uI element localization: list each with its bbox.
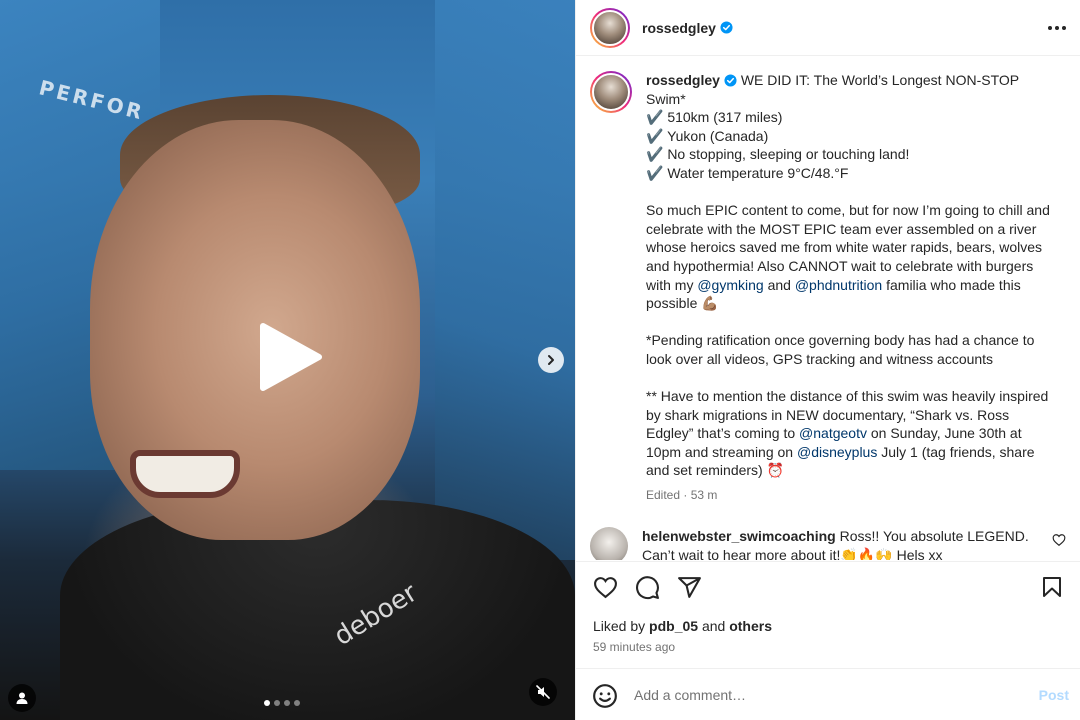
play-button[interactable]	[255, 320, 325, 394]
comment-input[interactable]	[634, 682, 1014, 708]
mute-toggle-button[interactable]	[529, 678, 557, 706]
more-icon	[1048, 26, 1066, 30]
share-button[interactable]	[676, 574, 702, 600]
mention-link[interactable]: @phdnutrition	[795, 277, 882, 293]
bookmark-icon	[1043, 577, 1061, 597]
carousel-dot	[274, 700, 280, 706]
post-timestamp[interactable]: 59 minutes ago	[593, 640, 675, 654]
comment-icon	[635, 575, 659, 599]
mention-link[interactable]: @natgeotv	[799, 425, 867, 441]
comments-scroll-area[interactable]: rossedgley WE DID IT: The World’s Longes…	[576, 57, 1080, 560]
play-icon	[260, 323, 322, 391]
caption-username[interactable]: rossedgley	[646, 72, 720, 88]
likes-others-link[interactable]: others	[729, 618, 772, 634]
post-comment-button[interactable]: Post	[1039, 687, 1069, 703]
edited-label: Edited	[646, 488, 681, 503]
emoji-icon[interactable]	[592, 683, 618, 709]
post-caption: rossedgley WE DID IT: The World’s Longes…	[590, 71, 1070, 505]
caption-meta: Edited · 53 m	[646, 486, 1058, 505]
caption-bullet: ✔️ No stopping, sleeping or touching lan…	[646, 146, 910, 163]
like-button[interactable]	[592, 574, 618, 600]
caption-text-span: and	[763, 276, 795, 293]
save-button[interactable]	[1039, 574, 1065, 600]
author-avatar[interactable]	[590, 7, 630, 48]
smile-shape	[130, 450, 240, 498]
chevron-right-icon	[548, 355, 554, 365]
caption-paragraph-4: ** Have to mention the distance of this …	[646, 387, 1058, 480]
share-icon	[677, 576, 701, 598]
verified-icon	[720, 21, 733, 34]
likes-summary: Liked by pdb_05 and others	[593, 618, 772, 634]
heart-icon[interactable]	[1052, 533, 1066, 547]
edited-time[interactable]: 53 m	[691, 488, 718, 502]
carousel-indicator	[264, 700, 300, 706]
caption-bullet: ✔️ Yukon (Canada)	[646, 127, 769, 144]
more-options-button[interactable]	[1045, 16, 1069, 40]
verified-icon	[724, 74, 737, 87]
caption-bullet: ✔️ Water temperature 9°C/48.°F	[646, 164, 849, 181]
likes-conjunction: and	[701, 618, 726, 634]
next-media-button[interactable]	[538, 347, 564, 373]
liker-username[interactable]: pdb_05	[649, 618, 698, 634]
add-comment-bar: Post	[576, 668, 1080, 720]
comment-text: helenwebster_swimcoaching Ross!! You abs…	[642, 527, 1052, 560]
carousel-dot	[264, 700, 270, 706]
caption-text: rossedgley WE DID IT: The World’s Longes…	[646, 71, 1058, 505]
tagged-users-button[interactable]	[8, 684, 36, 712]
carousel-dot	[284, 700, 290, 706]
meta-separator: ·	[683, 488, 688, 503]
caption-paragraph-3: *Pending ratification once governing bod…	[646, 332, 1039, 367]
user-tag-icon	[16, 692, 28, 704]
caption-bullet: ✔️ 510km (317 miles)	[646, 109, 783, 126]
mention-link[interactable]: @disneyplus	[797, 444, 877, 460]
carousel-dot	[294, 700, 300, 706]
post-media[interactable]: PERFOR deboer	[0, 0, 575, 720]
author-username[interactable]: rossedgley	[642, 20, 716, 36]
mute-icon	[536, 685, 550, 699]
background-jersey-right	[435, 0, 575, 560]
caption-avatar[interactable]	[590, 71, 632, 113]
post-side-panel: rossedgley rossedgley WE DID IT: The Wor…	[575, 0, 1080, 720]
comment-button[interactable]	[634, 574, 660, 600]
caption-paragraph-2: So much EPIC content to come, but for no…	[646, 201, 1058, 313]
commenter-avatar[interactable]	[590, 527, 628, 560]
heart-icon	[593, 576, 617, 598]
caption-line-1: rossedgley WE DID IT: The World’s Longes…	[646, 71, 1058, 108]
post-action-bar	[576, 561, 1080, 613]
likes-prefix: Liked by	[593, 618, 646, 634]
instagram-post-viewer: PERFOR deboer rossedgley rossedgley WE D…	[0, 0, 1080, 720]
commenter-username[interactable]: helenwebster_swimcoaching	[642, 528, 836, 544]
post-header: rossedgley	[576, 0, 1080, 56]
mention-link[interactable]: @gymking	[697, 277, 763, 293]
comment-item: helenwebster_swimcoaching Ross!! You abs…	[590, 527, 1070, 560]
